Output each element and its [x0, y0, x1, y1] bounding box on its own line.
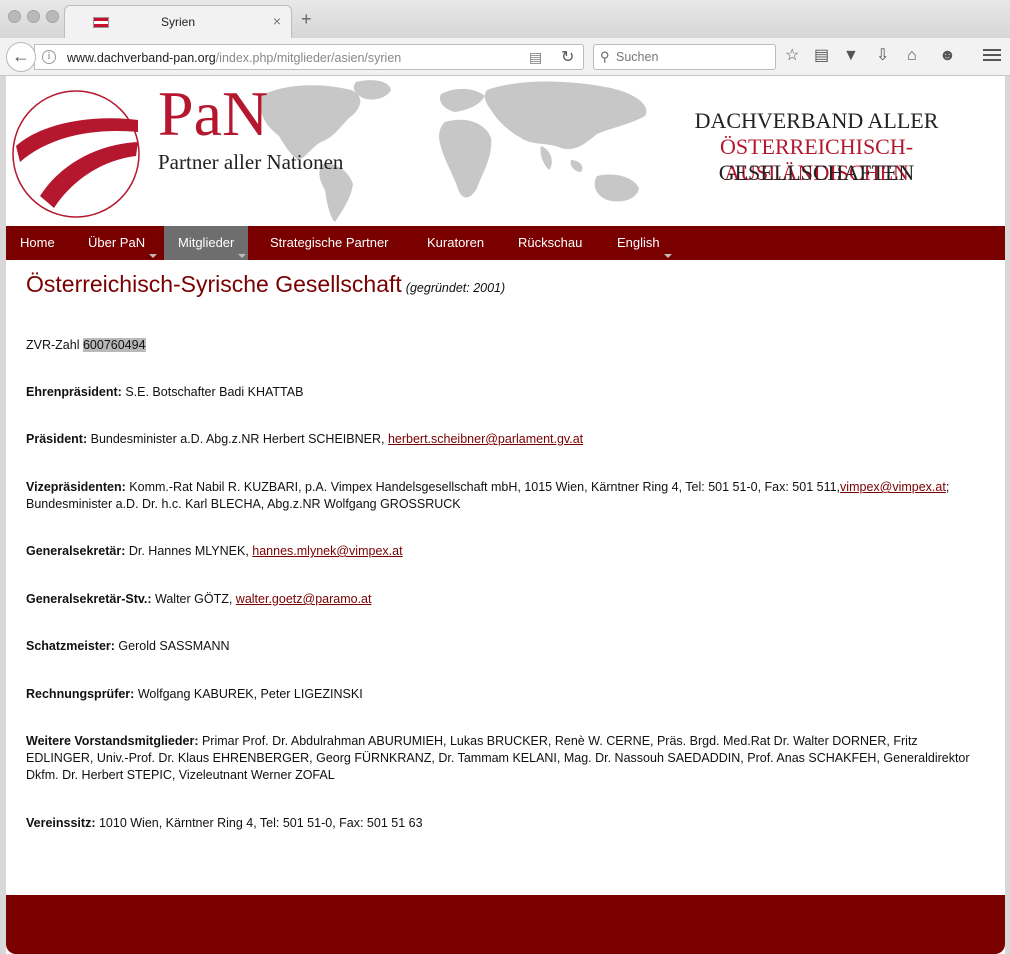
search-input[interactable] [616, 48, 766, 66]
logo-subtitle: Partner aller Nationen [158, 150, 344, 174]
pan-logo-icon [12, 90, 140, 218]
treasurer: Schatzmeister: Gerold SASSMANN [26, 638, 976, 655]
nav-ueber-pan[interactable]: Über PaN [74, 226, 159, 260]
registered-office-text: 1010 Wien, Kärntner Ring 4, Tel: 501 51-… [95, 816, 423, 830]
tab-title: Syrien [160, 15, 195, 29]
dropdown-caret-icon [149, 254, 158, 258]
deputy-general-secretary-email-link[interactable]: walter.goetz@paramo.at [236, 592, 372, 606]
board-members-label: Weitere Vorstandsmitglieder: [26, 734, 199, 748]
board-members: Weitere Vorstandsmitglieder: Primar Prof… [26, 733, 976, 784]
vice-presidents-text-1: Komm.-Rat Nabil R. KUZBARI, p.A. Vimpex … [125, 480, 841, 494]
deputy-general-secretary: Generalsekretär-Stv.: Walter GÖTZ, walte… [26, 591, 976, 608]
info-icon[interactable]: i [42, 50, 56, 64]
url-host: www.dachverband-pan.org [67, 51, 216, 65]
treasurer-label: Schatzmeister: [26, 639, 115, 653]
deputy-general-secretary-text: Walter GÖTZ, [151, 592, 236, 606]
honorary-president: Ehrenpräsident: S.E. Botschafter Badi KH… [26, 384, 976, 401]
page-title: Österreichisch-Syrische Gesellschaft (geg… [26, 273, 506, 297]
close-window-button[interactable] [8, 10, 21, 23]
deputy-general-secretary-label: Generalsekretär-Stv.: [26, 592, 152, 606]
founded-note: (gegründet: 2001) [405, 281, 506, 295]
browser-tab-bar: Syrien × + [0, 0, 1010, 38]
honorary-president-label: Ehrenpräsident: [26, 385, 122, 399]
back-button[interactable]: ← [6, 42, 36, 72]
nav-rueckschau[interactable]: Rückschau [504, 226, 596, 260]
pocket-icon[interactable]: ▼ [843, 46, 859, 66]
dropdown-caret-icon [238, 254, 247, 258]
web-page: PaN Partner aller Nationen DACHVERBAND A… [6, 76, 1005, 954]
president-label: Präsident: [26, 432, 88, 446]
general-secretary: Generalsekretär: Dr. Hannes MLYNEK, hann… [26, 543, 976, 560]
nav-english-label: English [617, 235, 660, 250]
tab-close-icon[interactable]: × [273, 13, 281, 29]
registered-office: Vereinssitz: 1010 Wien, Kärntner Ring 4,… [26, 815, 976, 832]
zvr-label: ZVR-Zahl [26, 338, 80, 352]
search-box[interactable]: ⚲ [593, 44, 776, 70]
main-navigation: Home Über PaN Mitglieder Strategische Pa… [6, 226, 1005, 260]
reload-icon[interactable]: ↻ [561, 47, 574, 67]
vice-presidents: Vizepräsidenten: Komm.-Rat Nabil R. KUZB… [26, 479, 976, 513]
nav-ueber-pan-label: Über PaN [88, 235, 146, 250]
nav-kuratoren[interactable]: Kuratoren [413, 226, 498, 260]
treasurer-text: Gerold SASSMANN [114, 639, 230, 653]
new-tab-button[interactable]: + [301, 10, 312, 28]
menu-icon[interactable] [983, 46, 1001, 66]
page-title-text: Österreichisch-Syrische Gesellschaft [26, 271, 402, 297]
auditors-text: Wolfgang KABUREK, Peter LIGEZINSKI [134, 687, 363, 701]
chat-icon[interactable]: ☻ [939, 46, 956, 66]
president: Präsident: Bundesminister a.D. Abg.z.NR … [26, 431, 976, 448]
reader-view-icon[interactable]: ▤ [529, 49, 542, 66]
vimpex-email-link[interactable]: vimpex@vimpex.at [840, 480, 946, 494]
browser-nav-bar: i www.dachverband-pan.org/index.php/mitg… [0, 38, 1010, 76]
minimize-window-button[interactable] [27, 10, 40, 23]
zoom-window-button[interactable] [46, 10, 59, 23]
president-text: Bundesminister a.D. Abg.z.NR Herbert SCH… [87, 432, 388, 446]
zvr-line: ZVR-Zahl 600760494 [26, 337, 976, 354]
dropdown-caret-icon [663, 254, 672, 258]
slogan-line-3: GESELLSCHAFTEN [718, 160, 915, 185]
nav-mitglieder-label: Mitglieder [178, 235, 235, 250]
president-email-link[interactable]: herbert.scheibner@parlament.gv.at [388, 432, 583, 446]
download-icon[interactable]: ⇩ [876, 46, 889, 66]
site-banner: PaN Partner aller Nationen DACHVERBAND A… [6, 76, 1005, 226]
address-bar[interactable]: i www.dachverband-pan.org/index.php/mitg… [34, 44, 584, 70]
honorary-president-text: S.E. Botschafter Badi KHATTAB [121, 385, 304, 399]
page-footer [6, 895, 1005, 954]
auditors-label: Rechnungsprüfer: [26, 687, 135, 701]
vice-presidents-label: Vizepräsidenten: [26, 480, 126, 494]
general-secretary-email-link[interactable]: hannes.mlynek@vimpex.at [252, 544, 402, 558]
slogan-line-1: DACHVERBAND ALLER [694, 108, 939, 133]
url-text[interactable]: www.dachverband-pan.org/index.php/mitgli… [67, 51, 401, 65]
zvr-number: 600760494 [82, 338, 146, 352]
url-path: /index.php/mitglieder/asien/syrien [215, 51, 402, 65]
general-secretary-label: Generalsekretär: [26, 544, 126, 558]
nav-strategische-partner[interactable]: Strategische Partner [256, 226, 403, 260]
bookmark-star-icon[interactable]: ☆ [785, 46, 799, 66]
bookmarks-list-icon[interactable]: ▤ [814, 46, 829, 66]
general-secretary-text: Dr. Hannes MLYNEK, [125, 544, 253, 558]
nav-english[interactable]: English [603, 226, 674, 260]
nav-home[interactable]: Home [6, 226, 69, 260]
search-icon: ⚲ [600, 49, 610, 64]
home-icon[interactable]: ⌂ [907, 46, 917, 66]
registered-office-label: Vereinssitz: [26, 816, 96, 830]
auditors: Rechnungsprüfer: Wolfgang KABUREK, Peter… [26, 686, 976, 703]
nav-mitglieder[interactable]: Mitglieder [164, 226, 249, 260]
browser-tab[interactable]: Syrien × [64, 5, 292, 38]
logo-text: PaN [158, 78, 269, 149]
